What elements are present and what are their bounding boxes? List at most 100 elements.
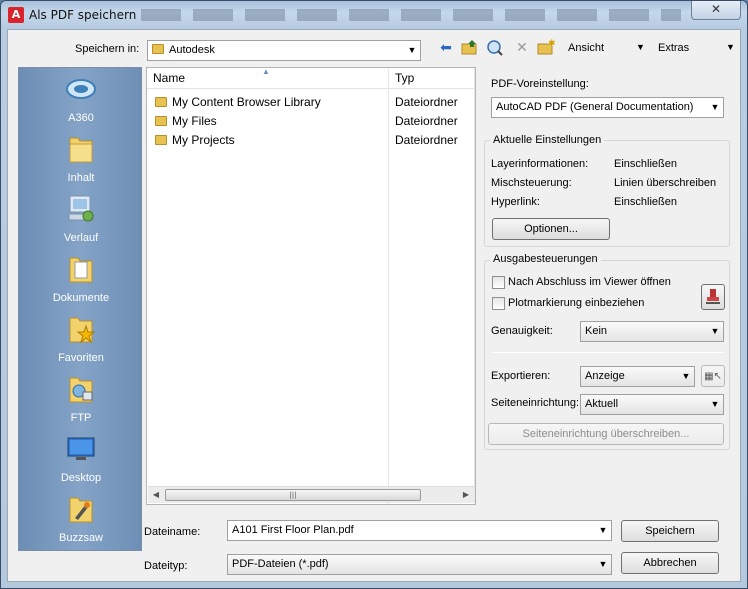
close-button[interactable]: ✕ xyxy=(691,1,741,20)
place-label: Buzzsaw xyxy=(58,532,104,544)
autocad-app-icon: A xyxy=(8,7,24,23)
page-setup-value: Aktuell xyxy=(585,398,619,410)
cancel-button[interactable]: Abbrechen xyxy=(621,552,719,574)
place-ftp[interactable]: FTP xyxy=(19,372,143,432)
plot-stamp-settings-button[interactable] xyxy=(701,284,725,310)
merge-control-value: Linien überschreiben xyxy=(614,177,717,189)
chevron-down-icon: ▼ xyxy=(598,559,608,569)
options-button[interactable]: Optionen... xyxy=(492,218,610,240)
plot-stamp-checkbox[interactable] xyxy=(492,297,505,310)
file-name: My Files xyxy=(172,114,217,128)
filetype-value: PDF-Dateien (*.pdf) xyxy=(232,558,329,570)
delete-icon[interactable]: ✕ xyxy=(513,39,531,57)
horizontal-scrollbar[interactable]: ◀ ||| ▶ xyxy=(148,486,474,503)
open-in-viewer-checkbox[interactable] xyxy=(492,276,505,289)
column-name-label: Name xyxy=(153,71,186,85)
places-bar: A360 Inhalt Verlauf Dokumente Favoriten … xyxy=(18,67,142,551)
folder-icon xyxy=(69,137,93,163)
chevron-down-icon: ▼ xyxy=(407,45,417,55)
export-dropdown[interactable]: Anzeige ▼ xyxy=(580,366,695,387)
filename-value: A101 First Floor Plan.pdf xyxy=(232,524,354,536)
place-label: Dokumente xyxy=(52,292,110,304)
filetype-label: Dateityp: xyxy=(144,560,188,572)
page-setup-override-button[interactable]: Seiteneinrichtung überschreiben... xyxy=(488,423,724,445)
place-a360[interactable]: A360 xyxy=(19,72,143,132)
new-folder-icon[interactable]: ✱ xyxy=(537,39,556,57)
folder-icon xyxy=(155,135,167,145)
precision-dropdown[interactable]: Kein ▼ xyxy=(580,321,724,342)
tools-dropdown-icon[interactable]: ▼ xyxy=(726,42,735,52)
tools-menu-button[interactable]: Extras xyxy=(658,42,689,54)
column-header-name[interactable]: Name ▲ xyxy=(147,67,388,89)
file-list[interactable]: Name ▲ Typ My Content Browser Library Da… xyxy=(146,67,476,505)
output-controls-title: Ausgabesteuerungen xyxy=(490,253,601,265)
file-row[interactable]: My Content Browser Library Dateiordner xyxy=(147,93,475,112)
filename-label: Dateiname: xyxy=(144,526,201,538)
file-type: Dateiordner xyxy=(395,114,458,128)
plot-stamp-label: Plotmarkierung einbeziehen xyxy=(508,297,645,309)
desktop-icon xyxy=(67,437,95,460)
up-folder-icon[interactable] xyxy=(461,39,479,57)
tools-label: Extras xyxy=(658,42,690,54)
folder-icon xyxy=(152,44,164,54)
place-desktop[interactable]: Desktop xyxy=(19,432,143,492)
scroll-left-icon[interactable]: ◀ xyxy=(148,487,164,503)
save-in-dropdown[interactable]: Autodesk ▼ xyxy=(147,40,421,61)
save-in-value: Autodesk xyxy=(169,44,215,56)
scroll-right-icon[interactable]: ▶ xyxy=(458,487,474,503)
dialog-client-area: Speichern in: Autodesk ▼ ⬅ ✕ ✱ Ansicht ▼… xyxy=(7,29,741,582)
place-label: Inhalt xyxy=(67,172,95,184)
views-label: Ansicht xyxy=(568,42,605,54)
save-button[interactable]: Speichern xyxy=(621,520,719,542)
place-dokumente[interactable]: Dokumente xyxy=(19,252,143,312)
column-header-type[interactable]: Typ xyxy=(389,68,475,89)
output-divider xyxy=(492,352,724,353)
place-label: Verlauf xyxy=(63,232,99,244)
chevron-down-icon: ▼ xyxy=(681,371,691,381)
buzzsaw-icon xyxy=(69,497,93,523)
file-type: Dateiordner xyxy=(395,133,458,147)
file-row[interactable]: My Projects Dateiordner xyxy=(147,131,475,150)
views-dropdown-icon[interactable]: ▼ xyxy=(636,42,645,52)
history-icon xyxy=(68,195,94,222)
merge-control-label: Mischsteuerung: xyxy=(491,177,572,189)
pdf-preset-dropdown[interactable]: AutoCAD PDF (General Documentation) ▼ xyxy=(491,97,724,118)
file-name: My Projects xyxy=(172,133,235,147)
file-type: Dateiordner xyxy=(395,95,458,109)
layer-info-label: Layerinformationen: xyxy=(491,158,589,170)
place-label: Favoriten xyxy=(58,352,104,364)
place-verlauf[interactable]: Verlauf xyxy=(19,192,143,252)
folder-icon xyxy=(155,116,167,126)
scrollbar-thumb[interactable]: ||| xyxy=(165,489,421,501)
current-settings-title: Aktuelle Einstellungen xyxy=(490,134,605,146)
hyperlink-label: Hyperlink: xyxy=(491,196,540,208)
column-type-label: Typ xyxy=(395,71,415,85)
pdf-preset-value: AutoCAD PDF (General Documentation) xyxy=(496,101,694,113)
chevron-down-icon: ▼ xyxy=(710,102,720,112)
layer-info-value: Einschließen xyxy=(614,158,677,170)
views-menu-button[interactable]: Ansicht xyxy=(568,42,604,54)
search-web-icon[interactable] xyxy=(486,39,504,57)
place-favoriten[interactable]: Favoriten xyxy=(19,312,143,372)
select-window-button[interactable]: ▦↖ xyxy=(701,365,725,387)
page-setup-dropdown[interactable]: Aktuell ▼ xyxy=(580,394,724,415)
output-controls-group xyxy=(484,260,730,450)
file-row[interactable]: My Files Dateiordner xyxy=(147,112,475,131)
ftp-icon xyxy=(69,377,93,403)
favorites-icon xyxy=(69,317,96,344)
folder-icon xyxy=(155,97,167,107)
chevron-down-icon[interactable]: ▼ xyxy=(595,521,611,540)
open-in-viewer-label: Nach Abschluss im Viewer öffnen xyxy=(508,276,671,288)
place-buzzsaw[interactable]: Buzzsaw xyxy=(19,492,143,552)
documents-icon xyxy=(69,257,93,283)
place-label: Desktop xyxy=(60,472,102,484)
filename-input[interactable]: A101 First Floor Plan.pdf ▼ xyxy=(227,520,612,541)
back-arrow-icon[interactable]: ⬅ xyxy=(437,39,455,57)
page-setup-label: Seiteneinrichtung: xyxy=(491,397,580,409)
background-window-titles xyxy=(141,9,681,21)
hyperlink-value: Einschließen xyxy=(614,196,677,208)
a360-icon xyxy=(66,79,96,99)
filetype-dropdown[interactable]: PDF-Dateien (*.pdf) ▼ xyxy=(227,554,612,575)
place-inhalt[interactable]: Inhalt xyxy=(19,132,143,192)
window-title: Als PDF speichern xyxy=(29,8,137,22)
